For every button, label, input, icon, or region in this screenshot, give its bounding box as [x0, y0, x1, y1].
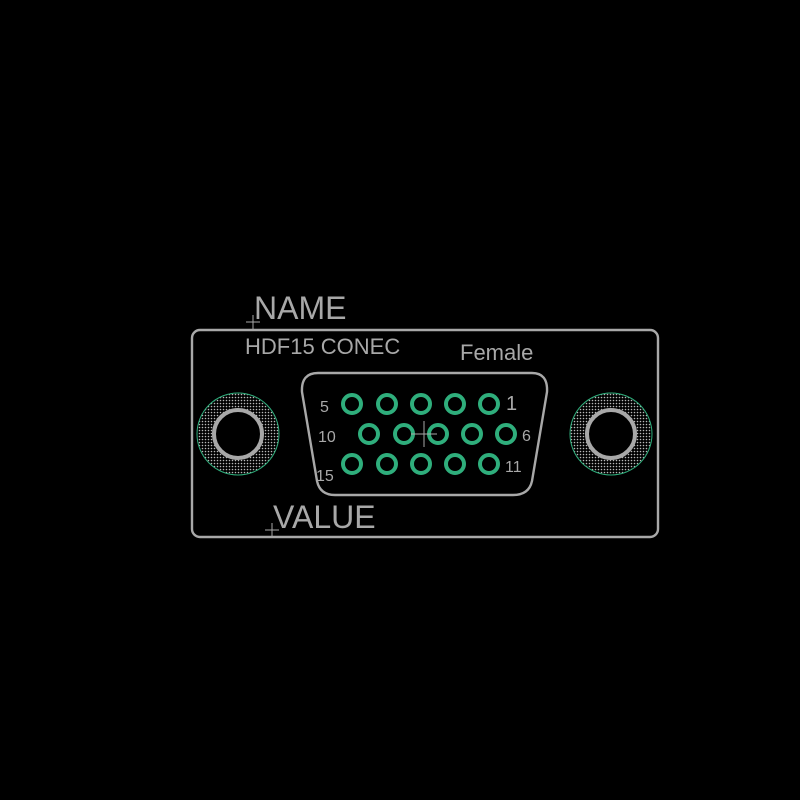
pad-7	[461, 423, 483, 445]
pad-row-2	[358, 423, 517, 445]
pin-label-6: 6	[522, 428, 531, 445]
name-label: NAME	[254, 290, 346, 326]
part-label: HDF15 CONEC	[245, 334, 400, 359]
pad-9	[393, 423, 415, 445]
pad-1	[478, 393, 500, 415]
pad-4	[376, 393, 398, 415]
left-hole-inner	[212, 408, 264, 460]
pad-12	[444, 453, 466, 475]
pad-10	[358, 423, 380, 445]
pin-label-15: 15	[316, 468, 334, 485]
pad-6	[495, 423, 517, 445]
right-hole-inner	[585, 408, 637, 460]
pad-5	[341, 393, 363, 415]
pin-label-5: 5	[320, 399, 329, 416]
pad-11	[478, 453, 500, 475]
value-label: VALUE	[273, 499, 376, 535]
pad-2	[444, 393, 466, 415]
gender-label: Female	[460, 340, 533, 365]
pin-label-1: 1	[506, 393, 517, 415]
pin-label-11: 11	[505, 459, 522, 476]
connector-footprint-canvas: NAME VALUE HDF15 CONEC Female 1 5 6 10 1…	[190, 290, 660, 539]
pad-13	[410, 453, 432, 475]
pad-3	[410, 393, 432, 415]
pad-14	[376, 453, 398, 475]
pad-row-3	[341, 453, 500, 475]
left-mounting-hole	[196, 392, 280, 476]
pad-row-1	[341, 393, 500, 415]
right-mounting-hole	[569, 392, 653, 476]
pin-label-10: 10	[318, 429, 336, 446]
pad-15	[341, 453, 363, 475]
